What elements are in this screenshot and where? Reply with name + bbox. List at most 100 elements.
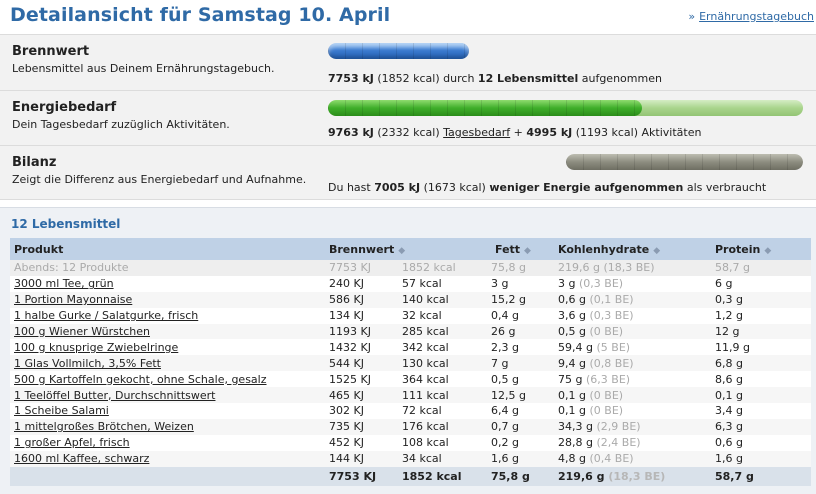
food-protein: 3,4 g [711, 403, 811, 419]
table-row: 1 Portion Mayonnaise 586 KJ 140 kcal 15,2 g… [10, 291, 811, 308]
food-link[interactable]: 100 g Wiener Würstchen [14, 325, 150, 338]
sort-icon[interactable]: ◆ [524, 246, 531, 256]
food-fat: 0,2 g [487, 434, 554, 451]
food-link[interactable]: 1 halbe Gurke / Salatgurke, frisch [14, 309, 198, 322]
food-link[interactable]: 500 g Kartoffeln gekocht, ohne Schale, g… [14, 373, 267, 386]
balance-bold: weniger Energie aufgenommen [489, 181, 684, 194]
food-fat: 0,4 g [487, 307, 554, 324]
sort-icon[interactable]: ◆ [653, 246, 660, 256]
food-kcal: 140 kcal [398, 291, 487, 308]
food-be: (0 BE) [589, 404, 624, 418]
summary-row-balance: Bilanz Zeigt die Differenz aus Energiebe… [0, 145, 816, 197]
col-energy[interactable]: Brennwert ◆ [325, 238, 487, 260]
food-link[interactable]: 1 mittelgroßes Brötchen, Weizen [14, 420, 194, 433]
activity-kcal: (1193 kcal) [575, 126, 639, 139]
total-row: 7753 KJ 1852 kcal 75,8 g 219,6 g (18,3 B… [10, 466, 811, 486]
need-plus: + [513, 126, 523, 139]
food-kj: 134 KJ [325, 307, 398, 324]
food-be: (0,3 BE) [578, 277, 624, 291]
food-kj: 465 KJ [325, 387, 398, 404]
food-kj: 302 KJ [325, 403, 398, 419]
food-kcal: 34 kcal [398, 450, 487, 467]
food-link[interactable]: 1 Teelöffel Butter, Durchschnittswert [14, 389, 215, 402]
food-kj: 586 KJ [325, 291, 398, 308]
food-link[interactable]: 1 Scheibe Salami [14, 404, 109, 417]
food-kj: 452 KJ [325, 434, 398, 451]
daily-need-link[interactable]: Tagesbedarf [443, 126, 510, 139]
food-link[interactable]: 3000 ml Tee, grün [14, 277, 114, 290]
food-link[interactable]: 1 großer Apfel, frisch [14, 436, 130, 449]
balance-bar [566, 154, 803, 170]
intake-bar [328, 43, 587, 59]
need-description: Dein Tagesbedarf zuzüglich Aktivitäten. [12, 118, 230, 131]
food-protein: 12 g [711, 323, 811, 340]
subtotal-name: Abends: 12 Produkte [10, 260, 325, 276]
need-kj: 9763 kJ [328, 126, 374, 139]
food-kj: 1193 KJ [325, 323, 398, 340]
food-table: Produkt Brennwert ◆ Fett ◆ Kohlenhydrate ◆ … [10, 238, 811, 486]
food-be: (0,8 BE) [589, 356, 634, 370]
energy-summary: Brennwert Lebensmittel aus Deinem Ernähr… [0, 34, 816, 200]
food-carbs: 3 g (0,3 BE) [554, 275, 711, 292]
total-carbs: 219,6 g (18,3 BE) [554, 466, 711, 486]
food-be: (0,3 BE) [589, 309, 634, 323]
food-name-cell: 100 g knusprige Zwiebelringe [10, 339, 325, 356]
food-name-cell: 1 Scheibe Salami [10, 403, 325, 419]
food-name-cell: 1 Glas Vollmilch, 3,5% Fett [10, 355, 325, 372]
food-protein: 0,3 g [711, 291, 811, 308]
balance-kcal: (1673 kcal) [423, 181, 486, 194]
food-link[interactable]: 1 Glas Vollmilch, 3,5% Fett [14, 357, 161, 370]
food-carbs: 0,1 g (0 BE) [554, 403, 711, 419]
diary-link[interactable]: Ernährungstagebuch [699, 10, 814, 23]
table-row: 100 g knusprige Zwiebelringe 1432 KJ 342 k… [10, 339, 811, 356]
food-kj: 144 KJ [325, 450, 398, 467]
food-kcal: 72 kcal [398, 403, 487, 419]
summary-row-intake: Brennwert Lebensmittel aus Deinem Ernähr… [0, 35, 816, 87]
food-fat: 12,5 g [487, 387, 554, 404]
need-bar [328, 100, 803, 116]
food-kj: 240 KJ [325, 275, 398, 292]
sort-icon[interactable]: ◆ [398, 246, 405, 256]
food-fat: 0,7 g [487, 418, 554, 435]
food-protein: 0,6 g [711, 434, 811, 451]
link-arrow-icon: » [688, 10, 696, 23]
food-link[interactable]: 1 Portion Mayonnaise [14, 293, 132, 306]
food-kcal: 176 kcal [398, 418, 487, 435]
food-carbs: 0,6 g (0,1 BE) [554, 291, 711, 308]
balance-description: Zeigt die Differenz aus Energiebedarf un… [12, 173, 307, 186]
col-carbs[interactable]: Kohlenhydrate ◆ [554, 238, 711, 260]
total-protein: 58,7 g [711, 466, 811, 486]
food-kcal: 108 kcal [398, 434, 487, 451]
balance-suffix: als verbraucht [686, 181, 767, 194]
subtotal-carbs: 219,6 g (18,3 BE) [554, 260, 711, 276]
intake-bar-fill [328, 43, 470, 59]
food-protein: 6,3 g [711, 418, 811, 435]
table-row: 1 Glas Vollmilch, 3,5% Fett 544 KJ 130 kca… [10, 355, 811, 372]
food-link[interactable]: 1600 ml Kaffee, schwarz [14, 452, 149, 465]
food-fat: 15,2 g [487, 291, 554, 308]
food-fat: 0,5 g [487, 371, 554, 388]
food-be: (6,3 BE) [585, 372, 631, 386]
sort-icon[interactable]: ◆ [764, 246, 771, 256]
food-kj: 735 KJ [325, 418, 398, 435]
food-protein: 11,9 g [711, 339, 811, 356]
food-link[interactable]: 100 g knusprige Zwiebelringe [14, 341, 178, 354]
intake-kj: 7753 kJ [328, 72, 374, 85]
food-carbs: 3,6 g (0,3 BE) [554, 307, 711, 324]
food-kcal: 57 kcal [398, 275, 487, 292]
balance-title: Bilanz [12, 155, 57, 170]
food-fat: 1,6 g [487, 450, 554, 467]
food-protein: 1,6 g [711, 450, 811, 467]
col-product[interactable]: Produkt [10, 238, 325, 260]
col-fat[interactable]: Fett ◆ [487, 238, 554, 260]
food-be: (2,9 BE) [596, 420, 641, 434]
food-name-cell: 1 mittelgroßes Brötchen, Weizen [10, 418, 325, 435]
balance-kj: 7005 kJ [374, 181, 421, 194]
food-be: (5 BE) [596, 340, 631, 354]
summary-row-need: Energiebedarf Dein Tagesbedarf zuzüglich… [0, 90, 816, 142]
subtotal-fat: 75,8 g [487, 260, 554, 276]
table-row: 1 mittelgroßes Brötchen, Weizen 735 KJ 176… [10, 418, 811, 435]
col-protein[interactable]: Protein ◆ [711, 238, 811, 260]
food-protein: 6,8 g [711, 355, 811, 372]
subtotal-kcal: 1852 kcal [398, 260, 487, 276]
